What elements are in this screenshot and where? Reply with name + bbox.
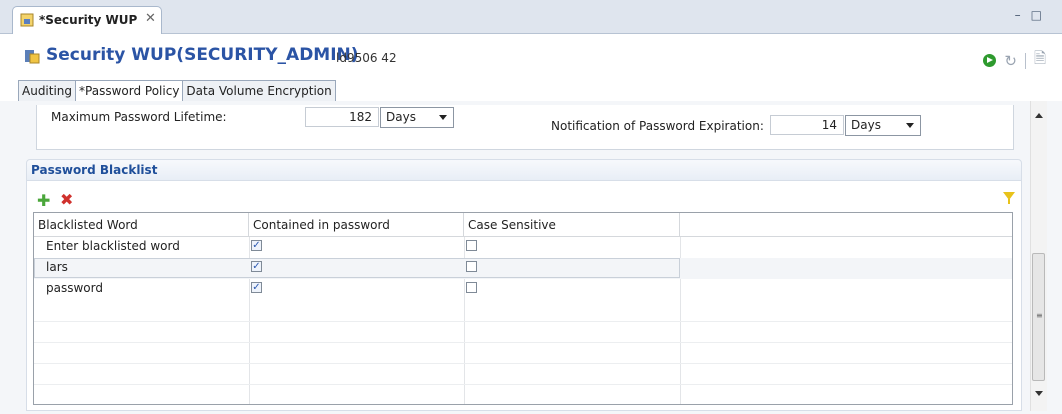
- password-blacklist-section: ✚ ✖ Blacklisted Word Contained in passwo…: [26, 181, 1022, 411]
- security-editor-icon: [20, 13, 34, 27]
- row-divider: [34, 321, 1012, 322]
- minimize-icon[interactable]: –: [1015, 8, 1031, 22]
- plus-icon[interactable]: ✚: [37, 191, 50, 210]
- case-sensitive-checkbox[interactable]: [466, 261, 477, 272]
- table-row[interactable]: lars ✓: [34, 258, 1012, 279]
- filter-icon[interactable]: [1003, 192, 1015, 204]
- notification-label: Notification of Password Expiration:: [551, 119, 764, 133]
- contained-checkbox[interactable]: ✓: [251, 282, 262, 293]
- blacklisted-word-cell[interactable]: lars: [46, 260, 68, 274]
- contained-checkbox[interactable]: ✓: [251, 240, 262, 251]
- password-policy-content: Maximum Password Lifetime: 182 Days Noti…: [0, 101, 1062, 414]
- tab-data-volume-encryption[interactable]: Data Volume Encryption: [182, 80, 336, 101]
- max-lifetime-unit-select[interactable]: Days: [380, 107, 454, 128]
- contained-checkbox[interactable]: ✓: [251, 261, 262, 272]
- grip-icon: ≡: [1036, 311, 1043, 320]
- header-toolbar: ↻ 🗎: [983, 48, 1046, 73]
- tab-password-policy[interactable]: *Password Policy: [75, 80, 184, 102]
- table-row[interactable]: password ✓: [34, 279, 1012, 300]
- column-header-blacklisted-word[interactable]: Blacklisted Word: [34, 213, 249, 237]
- notification-unit-value: Days: [851, 118, 881, 132]
- notification-input[interactable]: 14: [770, 115, 844, 135]
- chevron-down-icon: [439, 115, 447, 120]
- editor-tab-bar: *Security WUP ✕ –□: [0, 0, 1062, 34]
- editor-tab-title: *Security WUP: [39, 13, 138, 27]
- row-selection-outline: [34, 258, 680, 278]
- max-lifetime-unit-value: Days: [386, 110, 416, 124]
- editor-header: Security WUP(SECURITY_ADMIN) ld9506 42 ↻…: [0, 34, 1062, 80]
- delete-icon[interactable]: ✖: [60, 190, 73, 209]
- database-icon: [25, 50, 40, 64]
- chevron-down-icon: [906, 123, 914, 128]
- toolbar-divider: [1024, 52, 1026, 69]
- column-header-empty: [680, 213, 1012, 237]
- table-row[interactable]: Enter blacklisted word ✓: [34, 237, 1012, 258]
- case-sensitive-checkbox[interactable]: [466, 240, 477, 251]
- case-sensitive-checkbox[interactable]: [466, 282, 477, 293]
- system-label: ld9506 42: [336, 51, 397, 65]
- vertical-scrollbar[interactable]: ≡: [1030, 101, 1047, 411]
- window-controls: –□: [1015, 8, 1052, 22]
- password-blacklist-section-header[interactable]: Password Blacklist: [26, 159, 1022, 181]
- row-divider: [34, 342, 1012, 343]
- sub-tab-bar: Auditing *Password Policy Data Volume En…: [18, 80, 336, 102]
- notification-unit-select[interactable]: Days: [845, 115, 921, 136]
- row-divider: [34, 384, 1012, 385]
- blacklisted-word-cell[interactable]: Enter blacklisted word: [46, 239, 180, 253]
- max-lifetime-label: Maximum Password Lifetime:: [51, 110, 227, 124]
- close-icon[interactable]: ✕: [145, 11, 156, 26]
- maximize-icon[interactable]: □: [1031, 8, 1052, 22]
- blacklisted-word-cell[interactable]: password: [46, 281, 103, 295]
- column-header-contained[interactable]: Contained in password: [249, 213, 464, 237]
- refresh-icon[interactable]: ↻: [1004, 52, 1017, 70]
- export-icon[interactable]: 🗎: [1034, 48, 1046, 73]
- tab-auditing[interactable]: Auditing: [18, 80, 77, 101]
- scroll-down-arrow-icon[interactable]: [1035, 391, 1043, 396]
- password-policy-panel: Maximum Password Lifetime: 182 Days Noti…: [36, 105, 1014, 150]
- editor-tab[interactable]: *Security WUP ✕: [12, 6, 162, 34]
- scrollbar-thumb[interactable]: ≡: [1032, 253, 1045, 381]
- page-title: Security WUP(SECURITY_ADMIN): [46, 45, 359, 65]
- scroll-up-arrow-icon[interactable]: [1035, 113, 1043, 118]
- row-divider: [34, 363, 1012, 364]
- max-lifetime-input[interactable]: 182: [305, 107, 379, 127]
- blacklist-table: Blacklisted Word Contained in password C…: [33, 212, 1013, 405]
- section-title: Password Blacklist: [31, 163, 158, 177]
- column-header-case-sensitive[interactable]: Case Sensitive: [464, 213, 680, 237]
- run-icon[interactable]: [983, 54, 997, 67]
